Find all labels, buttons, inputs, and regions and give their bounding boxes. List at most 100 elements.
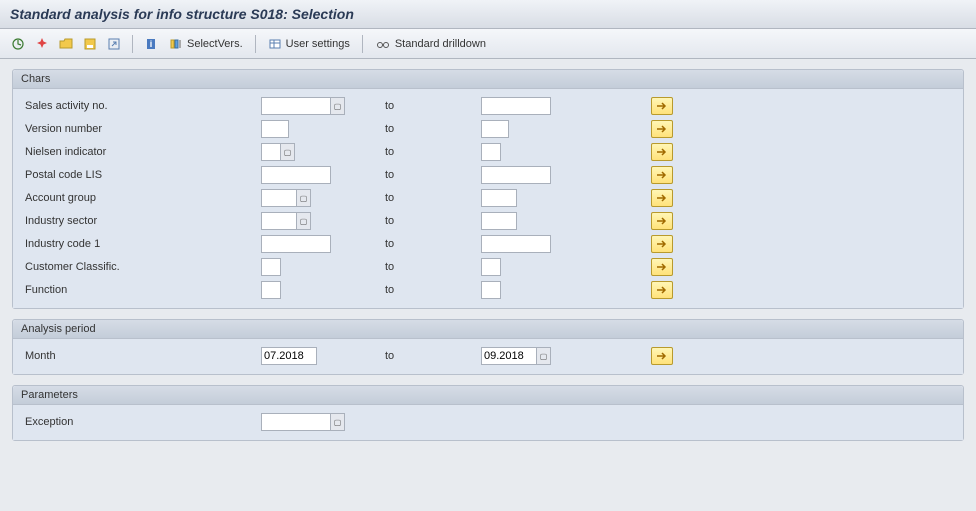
multi-select-button[interactable] — [651, 235, 673, 253]
period-row: Month to ▢ — [21, 345, 955, 367]
chars-to-input[interactable] — [481, 97, 551, 115]
month-label: Month — [21, 350, 261, 362]
chars-to-input[interactable] — [481, 143, 501, 161]
chars-group: Chars Sales activity no.▢toVersion numbe… — [12, 69, 964, 309]
params-group-title: Parameters — [13, 386, 963, 405]
drilldown-label: Standard drilldown — [395, 38, 486, 50]
multi-select-button[interactable] — [651, 258, 673, 276]
execute-button[interactable] — [8, 34, 28, 54]
exception-input[interactable] — [261, 413, 331, 431]
chars-row: Function to — [21, 279, 955, 301]
select-version-label: SelectVers. — [187, 38, 243, 50]
chars-from-input[interactable] — [261, 120, 289, 138]
chars-row: Industry sector ▢ to — [21, 210, 955, 232]
to-label: to — [381, 192, 481, 204]
to-label: to — [381, 284, 481, 296]
chars-row: Industry code 1 to — [21, 233, 955, 255]
toolbar-separator — [132, 35, 133, 53]
chars-from-input[interactable] — [261, 166, 331, 184]
arrow-out-icon — [107, 37, 121, 51]
to-label: to — [381, 100, 481, 112]
chars-to-input[interactable] — [481, 189, 517, 207]
to-label: to — [381, 215, 481, 227]
to-label: to — [381, 350, 481, 362]
chars-to-input[interactable] — [481, 212, 517, 230]
execute-icon — [11, 37, 25, 51]
chars-from-input[interactable] — [261, 143, 281, 161]
period-group-title: Analysis period — [13, 320, 963, 339]
to-label: to — [381, 261, 481, 273]
toolbar: i SelectVers. User settings Standard dri… — [0, 29, 976, 59]
params-row: Exception ▢ — [21, 411, 955, 433]
to-label: to — [381, 146, 481, 158]
chars-row: Account group ▢ to — [21, 187, 955, 209]
open-button[interactable] — [56, 34, 76, 54]
disk-icon — [83, 37, 97, 51]
multi-select-button[interactable] — [651, 347, 673, 365]
chars-row: Sales activity no.▢to — [21, 95, 955, 117]
toolbar-separator — [362, 35, 363, 53]
chars-row-label: Account group — [21, 192, 261, 204]
info-button[interactable]: i — [141, 34, 161, 54]
chars-group-title: Chars — [13, 70, 963, 89]
chars-row-label: Industry sector — [21, 215, 261, 227]
chars-to-input[interactable] — [481, 281, 501, 299]
svg-text:i: i — [150, 39, 153, 49]
params-group: Parameters Exception ▢ — [12, 385, 964, 441]
period-group: Analysis period Month to ▢ — [12, 319, 964, 375]
chars-row-label: Version number — [21, 123, 261, 135]
multi-select-button[interactable] — [651, 189, 673, 207]
multi-select-button[interactable] — [651, 143, 673, 161]
multi-select-button[interactable] — [651, 97, 673, 115]
page-title: Standard analysis for info structure S01… — [0, 0, 976, 29]
chars-row-label: Postal code LIS — [21, 169, 261, 181]
to-label: to — [381, 169, 481, 181]
value-help-button[interactable]: ▢ — [331, 413, 345, 431]
user-settings-button[interactable]: User settings — [264, 34, 354, 54]
to-label: to — [381, 123, 481, 135]
month-from-input[interactable] — [261, 347, 317, 365]
chars-from-input[interactable] — [261, 235, 331, 253]
exception-label: Exception — [21, 416, 261, 428]
chars-to-input[interactable] — [481, 258, 501, 276]
chars-to-input[interactable] — [481, 166, 551, 184]
folder-icon — [59, 37, 73, 51]
multi-select-button[interactable] — [651, 120, 673, 138]
variants-button[interactable] — [32, 34, 52, 54]
chars-row-label: Function — [21, 284, 261, 296]
chars-from-input[interactable] — [261, 189, 297, 207]
chars-from-input[interactable] — [261, 212, 297, 230]
glasses-icon — [375, 37, 391, 51]
chars-from-input[interactable] — [261, 97, 331, 115]
select-version-button[interactable]: SelectVers. — [165, 34, 247, 54]
chars-row: Version number to — [21, 118, 955, 140]
toolbar-separator — [255, 35, 256, 53]
drilldown-button[interactable]: Standard drilldown — [371, 34, 490, 54]
multi-select-button[interactable] — [651, 166, 673, 184]
expand-button[interactable] — [104, 34, 124, 54]
chars-row-label: Nielsen indicator — [21, 146, 261, 158]
chars-row: Postal code LIS to — [21, 164, 955, 186]
chars-from-input[interactable] — [261, 281, 281, 299]
sparkle-icon — [35, 37, 49, 51]
multi-select-button[interactable] — [651, 212, 673, 230]
value-help-button[interactable]: ▢ — [297, 212, 311, 230]
value-help-button[interactable]: ▢ — [537, 347, 551, 365]
chars-row-label: Customer Classific. — [21, 261, 261, 273]
chars-row: Customer Classific. to — [21, 256, 955, 278]
to-label: to — [381, 238, 481, 250]
chars-row-label: Industry code 1 — [21, 238, 261, 250]
value-help-button[interactable]: ▢ — [297, 189, 311, 207]
value-help-button[interactable]: ▢ — [281, 143, 295, 161]
multi-select-button[interactable] — [651, 281, 673, 299]
chars-from-input[interactable] — [261, 258, 281, 276]
month-to-input[interactable] — [481, 347, 537, 365]
chars-row: Nielsen indicator ▢ to — [21, 141, 955, 163]
value-help-button[interactable]: ▢ — [331, 97, 345, 115]
user-settings-label: User settings — [286, 38, 350, 50]
table-icon — [268, 37, 282, 51]
chars-to-input[interactable] — [481, 235, 551, 253]
columns-icon — [169, 37, 183, 51]
chars-to-input[interactable] — [481, 120, 509, 138]
save-button[interactable] — [80, 34, 100, 54]
